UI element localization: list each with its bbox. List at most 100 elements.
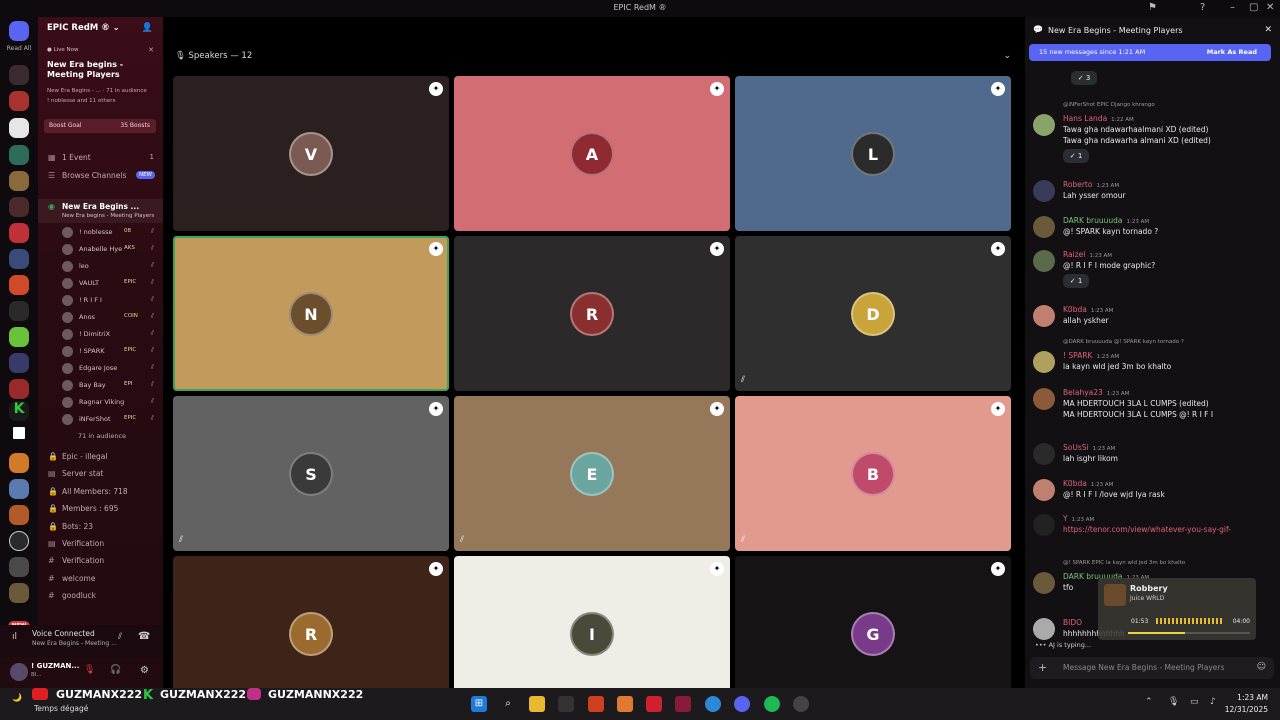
server-icon[interactable] [9,197,29,217]
chevron-down-icon[interactable]: ⌄ [1003,51,1011,61]
server-icon[interactable] [9,583,29,603]
server-icon[interactable] [9,531,29,551]
server-icon[interactable] [9,91,29,111]
home-button[interactable] [9,21,29,41]
boost-goal-bar[interactable]: Boost Goal 35 Boosts [44,119,156,133]
store-icon[interactable] [558,696,574,712]
stage-participant[interactable]: iNFerShot EPIC ⫽ [62,412,162,427]
tray-chevron-icon[interactable]: ⌃ [1145,697,1153,707]
app-icon[interactable] [675,696,691,712]
stage-participant[interactable]: ! R I F I ⫽ [62,293,162,308]
channel-item[interactable]: ▤ Verification [38,536,163,552]
server-icon[interactable] [9,453,29,473]
server-icon[interactable] [9,557,29,577]
app-icon[interactable] [617,696,633,712]
speaker-tile[interactable]: A ✦ [454,76,730,231]
disconnect-icon[interactable]: ☎ [138,631,150,642]
speaker-tile[interactable]: D ✦ ⫽ [735,236,1011,391]
chat-input-box[interactable]: + Message New Era Begins - Meeting Playe… [1030,657,1274,679]
server-icon[interactable] [9,479,29,499]
channel-item[interactable]: # Verification [38,553,163,569]
file-explorer-icon[interactable] [529,696,545,712]
server-icon[interactable] [9,65,29,85]
server-icon[interactable] [9,379,29,399]
noise-suppression-icon[interactable]: ⫽ [118,632,122,642]
mic-muted-icon[interactable]: 🎙 [84,665,95,675]
speaker-tile[interactable]: E ✦ ⫽ [454,396,730,551]
app-icon[interactable] [646,696,662,712]
speaker-tile[interactable]: B ✦ ⫽ [735,396,1011,551]
channel-item[interactable]: 🔒 Epic - illegal [38,449,163,465]
discord-taskbar-icon[interactable] [734,696,750,712]
stage-participant[interactable]: Anos COIN ⫽ [62,310,162,325]
kick-server-icon[interactable]: K [9,401,29,421]
username[interactable]: ! GUZMAN... [31,662,79,670]
volume-icon[interactable]: ♪ [1210,697,1216,707]
telegram-icon[interactable] [705,696,721,712]
speaker-tile[interactable]: R ✦ [454,236,730,391]
speaker-tile[interactable]: N ✦ [173,236,449,391]
server-name[interactable]: EPIC RedM ® ⌄ [47,23,120,33]
events-item[interactable]: ▦ 1 Event 1 [38,150,163,166]
stage-participant[interactable]: ! SPARK EPIC ⫽ [62,344,162,359]
stage-participant[interactable]: ! DimitriX ⫽ [62,327,162,342]
stage-participant[interactable]: Ragnar Viking ⫽ [62,395,162,410]
audience-count[interactable]: 71 in audience [38,429,163,445]
close-chat-icon[interactable]: ✕ [1264,25,1272,35]
channel-item[interactable]: ▤ Server stat [38,466,163,482]
inbox-icon[interactable]: ⚑ [1148,2,1157,13]
maximize-button[interactable]: ▢ [1249,2,1258,13]
stage-participant[interactable]: Bay Bay EPI ⫽ [62,378,162,393]
live-stage-title[interactable]: New Era begins - Meeting Players [47,60,152,80]
emoji-icon[interactable]: ☺ [1257,662,1266,672]
speaker-tile[interactable]: V ✦ [173,76,449,231]
stage-participant[interactable]: leo ⫽ [62,259,162,274]
channel-item[interactable]: # welcome [38,571,163,587]
brave-icon[interactable] [588,696,604,712]
start-button[interactable]: ⊞ [471,696,487,712]
server-icon[interactable] [9,327,29,347]
stage-participant[interactable]: Anabelle Hye AKS ⫽ [62,242,162,257]
server-icon[interactable] [9,353,29,373]
stage-participant[interactable]: VAULT EPIC ⫽ [62,276,162,291]
search-icon[interactable]: ⌕ [500,696,516,712]
close-live-icon[interactable]: ✕ [148,46,154,54]
stage-participant[interactable]: Edgare Jose ⫽ [62,361,162,376]
message-input[interactable]: Message New Era Begins - Meeting Players [1063,663,1224,672]
server-icon-active[interactable] [9,223,29,243]
help-icon[interactable]: ? [1200,2,1205,13]
speaker-tile[interactable]: L ✦ [735,76,1011,231]
read-all-label[interactable]: Read All [2,45,36,52]
channel-item[interactable]: # goodluck [38,588,163,604]
avatar[interactable] [10,663,28,681]
network-icon[interactable]: ▭ [1190,697,1199,707]
channel-item[interactable]: 🔒 Bots: 23 [38,519,163,535]
mic-tray-icon[interactable]: 🎙 [1168,697,1179,707]
server-icon[interactable] [9,118,29,138]
mark-as-read-button[interactable]: Mark As Read [1207,48,1257,56]
server-icon[interactable] [9,249,29,269]
stage-channel-item[interactable]: ◉ New Era Begins ... New Era begins - Me… [38,199,163,223]
reaction-pill[interactable]: ✓ 1 [1063,149,1089,163]
reaction-pill[interactable]: ✓ 1 [1063,274,1089,288]
server-icon[interactable] [9,145,29,165]
clock-date[interactable]: 12/31/2025 [1222,705,1268,714]
channel-item[interactable]: 🔒 All Members: 718 [38,484,163,500]
server-icon[interactable] [9,275,29,295]
reaction-pill[interactable]: ✓ 3 [1071,71,1097,85]
spotify-icon[interactable] [764,696,780,712]
clock-time[interactable]: 1:23 AM [1222,693,1268,702]
server-icon[interactable] [9,505,29,525]
now-playing-widget[interactable]: Robbery Juice WRLD 01:53 04:00 [1098,578,1256,640]
add-member-icon[interactable]: 👤 [142,23,153,33]
server-icon[interactable] [13,427,25,439]
channel-item[interactable]: 🔒 Members : 695 [38,501,163,517]
add-attachment-icon[interactable]: + [1038,661,1047,674]
settings-gear-icon[interactable]: ⚙ [140,665,149,676]
headphones-icon[interactable]: 🎧 [110,665,121,675]
server-icon[interactable] [9,171,29,191]
voice-channel-name[interactable]: New Era Begins - Meeting ... [32,640,117,647]
minimize-button[interactable]: – [1230,2,1235,13]
progress-track[interactable] [1128,632,1250,634]
stage-participant[interactable]: ! noblesse 08 ⫽ [62,225,162,240]
